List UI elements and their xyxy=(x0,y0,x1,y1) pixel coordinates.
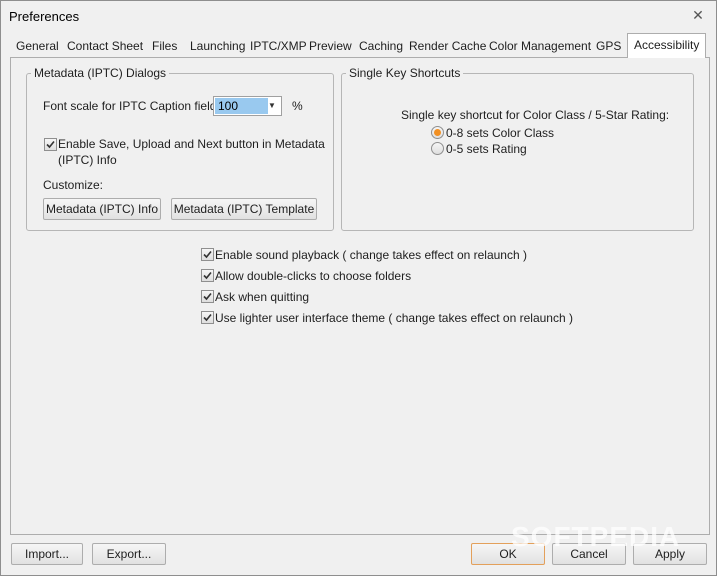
softpedia-watermark: SOFTPEDIA xyxy=(511,521,681,552)
checkmark-icon xyxy=(203,271,212,280)
font-scale-combo[interactable]: 100 ▼ xyxy=(213,96,282,116)
ask-quit-checkbox[interactable] xyxy=(201,290,214,303)
customize-label: Customize: xyxy=(43,178,104,192)
tab-accessibility[interactable]: Accessibility xyxy=(627,33,707,58)
lighter-theme-label: Use lighter user interface theme ( chang… xyxy=(215,311,573,325)
metadata-info-button[interactable]: Metadata (IPTC) Info xyxy=(43,198,161,220)
double-click-checkbox[interactable] xyxy=(201,269,214,282)
tab-launching[interactable]: Launching xyxy=(190,35,245,57)
tab-caching[interactable]: Caching xyxy=(359,35,403,57)
radio-rating[interactable] xyxy=(431,142,444,155)
font-scale-label: Font scale for IPTC Caption field: xyxy=(43,99,220,113)
sound-playback-label: Enable sound playback ( change takes eff… xyxy=(215,248,527,262)
tab-contact-sheet[interactable]: Contact Sheet xyxy=(67,35,143,57)
enable-save-label-cont: (IPTC) Info xyxy=(58,153,117,167)
tab-strip: General Contact Sheet Files Launching IP… xyxy=(10,33,710,58)
title-bar: Preferences ✕ xyxy=(1,1,716,31)
accessibility-panel: Metadata (IPTC) Dialogs Font scale for I… xyxy=(10,57,710,535)
tab-render-cache[interactable]: Render Cache xyxy=(409,35,486,57)
shortcut-prompt: Single key shortcut for Color Class / 5-… xyxy=(401,108,670,122)
sound-playback-checkbox[interactable] xyxy=(201,248,214,261)
checkmark-icon xyxy=(203,292,212,301)
radio-rating-label: 0-5 sets Rating xyxy=(446,142,527,156)
export-button[interactable]: Export... xyxy=(92,543,166,565)
lighter-theme-checkbox[interactable] xyxy=(201,311,214,324)
window-title: Preferences xyxy=(9,9,80,24)
tab-preview[interactable]: Preview xyxy=(309,35,352,57)
preferences-window: Preferences ✕ General Contact Sheet File… xyxy=(0,0,717,576)
close-icon[interactable]: ✕ xyxy=(690,7,706,23)
checkmark-icon xyxy=(46,140,55,149)
enable-save-checkbox[interactable] xyxy=(44,138,57,151)
tab-gps[interactable]: GPS xyxy=(596,35,621,57)
tab-general[interactable]: General xyxy=(16,35,59,57)
font-scale-unit: % xyxy=(292,99,303,113)
import-button[interactable]: Import... xyxy=(11,543,83,565)
checkmark-icon xyxy=(203,313,212,322)
metadata-template-button[interactable]: Metadata (IPTC) Template xyxy=(171,198,317,220)
chevron-down-icon[interactable]: ▼ xyxy=(265,97,279,115)
radio-color-class-label: 0-8 sets Color Class xyxy=(446,126,555,140)
tab-files[interactable]: Files xyxy=(152,35,177,57)
enable-save-label: Enable Save, Upload and Next button in M… xyxy=(58,137,325,151)
ask-quit-label: Ask when quitting xyxy=(215,290,310,304)
radio-color-class[interactable] xyxy=(431,126,444,139)
double-click-label: Allow double-clicks to choose folders xyxy=(215,269,412,283)
font-scale-value: 100 xyxy=(215,98,268,114)
tab-color-management[interactable]: Color Management xyxy=(489,35,591,57)
metadata-group-legend: Metadata (IPTC) Dialogs xyxy=(34,66,167,80)
checkmark-icon xyxy=(203,250,212,259)
tab-iptc-xmp[interactable]: IPTC/XMP xyxy=(250,35,307,57)
shortcuts-group-legend: Single Key Shortcuts xyxy=(349,66,461,80)
